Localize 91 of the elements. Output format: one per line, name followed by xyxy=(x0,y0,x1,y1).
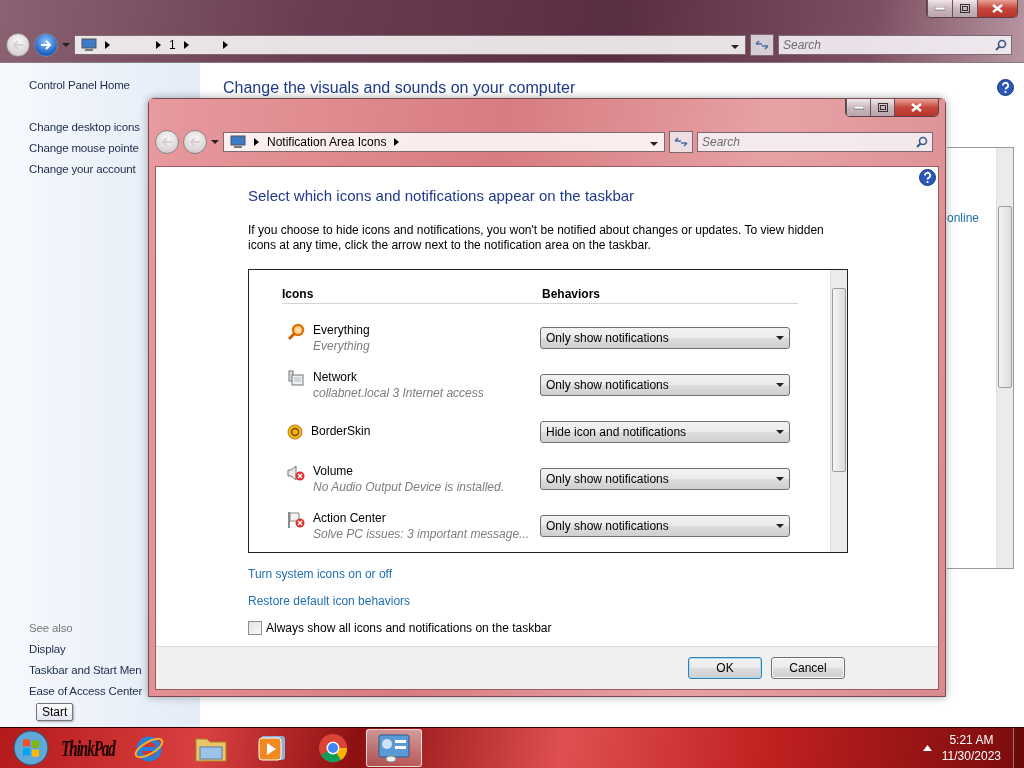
coin-icon xyxy=(287,423,303,440)
forward-arrow-icon xyxy=(40,39,52,50)
icon-detail: collabnet.local 3 Internet access xyxy=(313,385,484,400)
back-button[interactable] xyxy=(6,32,30,57)
computer-icon xyxy=(81,37,97,52)
caret-icon xyxy=(254,137,259,146)
show-hidden-icons-icon[interactable] xyxy=(922,745,932,751)
action-link[interactable]: Turn system icons on or off xyxy=(248,567,393,581)
computer-icon xyxy=(230,134,246,149)
caret-icon xyxy=(776,476,784,481)
control-panel-icon xyxy=(377,732,411,764)
show-desktop-button[interactable] xyxy=(1013,728,1024,768)
ok-button[interactable]: OK xyxy=(688,657,762,679)
caret-icon xyxy=(222,40,228,49)
search-field[interactable]: Search xyxy=(697,131,933,152)
caret-icon xyxy=(156,40,161,49)
refresh-icon[interactable] xyxy=(674,135,688,148)
tooltip: Start xyxy=(36,703,74,721)
flag-icon xyxy=(287,510,305,529)
icon-name: Network xyxy=(313,369,358,384)
caret-icon xyxy=(650,141,658,146)
caret-icon xyxy=(394,137,400,146)
network-icon xyxy=(287,369,305,388)
minimize-icon[interactable] xyxy=(853,105,864,110)
caret-icon xyxy=(62,42,70,47)
help-icon[interactable] xyxy=(919,169,936,186)
behavior-dropdown[interactable]: Hide icon and notifications xyxy=(540,420,790,443)
refresh-button[interactable] xyxy=(750,33,774,56)
help-icon[interactable] xyxy=(997,79,1014,96)
forward-button[interactable] xyxy=(34,32,58,57)
behavior-dropdown[interactable]: Only show notifications xyxy=(540,467,790,490)
column-header: Behaviors xyxy=(542,287,601,301)
caret-icon xyxy=(731,44,739,49)
behavior-dropdown[interactable]: Only show notifications xyxy=(540,326,790,349)
page-heading: Change the visuals and sounds on your computer xyxy=(223,79,576,97)
caret-icon xyxy=(776,382,784,387)
clock[interactable]: 5:21 AM 11/30/2023 xyxy=(941,732,1001,764)
online-link[interactable]: online xyxy=(947,211,996,225)
scrollbar[interactable] xyxy=(996,148,1013,568)
taskbar-button[interactable] xyxy=(366,729,422,767)
behavior-dropdown[interactable]: Only show notifications xyxy=(540,373,790,396)
back-arrow-icon xyxy=(161,136,173,147)
muted-speaker-icon xyxy=(287,463,305,482)
intro-text: If you choose to hide icons and notifications, you won't be notified about changes or updates. To view hidden icons at any time, click the arrow next to the notification area on the taskbar. xyxy=(248,223,825,253)
action-link[interactable]: Restore default icon behaviors xyxy=(248,594,411,608)
scrollbar[interactable] xyxy=(830,270,847,552)
close-icon[interactable] xyxy=(992,4,1003,13)
search-icon[interactable] xyxy=(995,38,1007,51)
minimize-icon[interactable] xyxy=(935,6,945,11)
forward-button[interactable] xyxy=(183,129,207,154)
icon-name: Everything xyxy=(313,322,370,337)
icon-name: Action Center xyxy=(313,510,387,525)
icon-name: Volume xyxy=(313,463,355,478)
cancel-button[interactable]: Cancel xyxy=(771,657,845,679)
maximize-icon[interactable] xyxy=(960,4,970,13)
clock-date: 11/30/2023 xyxy=(941,748,1001,764)
icon-name: BorderSkin xyxy=(311,423,371,438)
close-icon[interactable] xyxy=(911,103,922,112)
caret-icon xyxy=(211,139,219,144)
checkbox[interactable] xyxy=(248,621,262,635)
icon-detail: No Audio Output Device is installed. xyxy=(313,479,504,494)
column-header: Icons xyxy=(282,287,315,301)
see-also-label: See also xyxy=(29,622,74,634)
caret-icon xyxy=(776,335,784,340)
caret-icon xyxy=(776,523,784,528)
dialog-heading: Select which icons and notifications appear on the taskbar xyxy=(248,187,636,204)
search-icon[interactable] xyxy=(916,135,928,148)
breadcrumb-item[interactable]: 1 xyxy=(169,37,176,52)
caret-icon xyxy=(776,429,784,434)
checkbox-label: Always show all icons and notifications on the taskbar xyxy=(266,621,552,635)
address-bar[interactable]: Notification Area Icons xyxy=(223,131,665,152)
breadcrumb-item[interactable]: Notification Area Icons xyxy=(267,134,387,149)
icon-detail: Solve PC issues: 3 important message... xyxy=(313,526,530,541)
magnifier-icon xyxy=(287,322,305,341)
back-button[interactable] xyxy=(155,129,179,154)
chrome-icon xyxy=(317,732,349,764)
back-arrow-icon xyxy=(12,39,24,50)
maximize-icon[interactable] xyxy=(877,103,888,112)
caret-icon xyxy=(105,40,110,49)
clock-time: 5:21 AM xyxy=(949,732,994,748)
icon-detail: Everything xyxy=(313,338,370,353)
search-field[interactable]: Search xyxy=(778,34,1012,55)
address-bar[interactable]: 1 xyxy=(74,34,746,55)
behavior-dropdown[interactable]: Only show notifications xyxy=(540,514,790,537)
back-arrow-icon xyxy=(189,136,201,147)
refresh-icon[interactable] xyxy=(755,38,769,51)
caret-icon xyxy=(183,40,189,49)
media-player-icon xyxy=(257,733,287,763)
refresh-button[interactable] xyxy=(669,130,693,153)
start-orb-icon xyxy=(13,730,49,766)
sidebar-link[interactable]: Control Panel Home xyxy=(29,79,200,91)
